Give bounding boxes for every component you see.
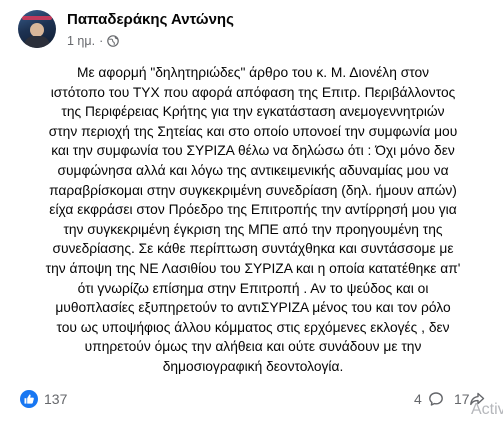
like-thumb-icon[interactable]: [20, 390, 38, 408]
globe-icon[interactable]: [107, 35, 120, 47]
activation-watermark: Activ: [471, 401, 503, 418]
post-meta: 1 ημ. ·: [67, 34, 120, 48]
comment-count[interactable]: 4: [414, 391, 422, 407]
share-count[interactable]: 17: [454, 391, 470, 407]
comment-bubble-icon[interactable]: [428, 391, 444, 407]
post-time[interactable]: 1 ημ.: [67, 34, 95, 48]
post-body-text: Με αφορμή "δηλητηριώδες" άρθρο του κ. Μ.…: [45, 65, 461, 374]
post-engagement-bar: 137 4 17: [0, 390, 503, 414]
author-name[interactable]: Παπαδεράκης Αντώνης: [67, 11, 234, 28]
author-avatar[interactable]: [18, 10, 56, 48]
avatar-banner: [22, 16, 52, 20]
avatar-face: [30, 23, 44, 37]
facebook-post: Παπαδεράκης Αντώνης 1 ημ. · Με αφορμή "δ…: [0, 0, 503, 421]
meta-separator: ·: [99, 34, 104, 48]
avatar-torso: [24, 36, 50, 48]
like-count[interactable]: 137: [44, 391, 67, 407]
